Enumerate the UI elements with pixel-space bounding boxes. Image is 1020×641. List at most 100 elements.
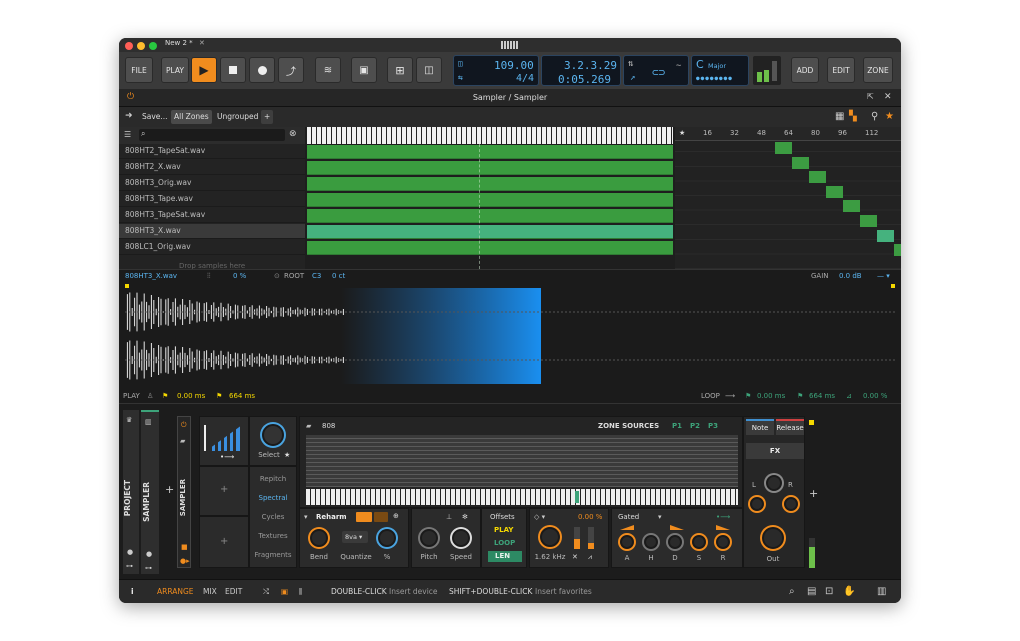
pitch-icon[interactable]: ⫶⫶ bbox=[207, 272, 211, 281]
key-display[interactable]: C Major ●●●●●●●● bbox=[691, 55, 749, 86]
zone-bar[interactable] bbox=[307, 209, 673, 223]
velocity-cell[interactable] bbox=[792, 156, 809, 169]
curve-icon[interactable]: ↗ bbox=[630, 73, 635, 83]
gain-value[interactable]: 0.0 dB bbox=[839, 272, 862, 280]
env-mode[interactable]: Gated bbox=[618, 513, 639, 521]
add-after-icon[interactable]: + bbox=[809, 488, 818, 499]
tuning-fork-icon[interactable]: ⊥ bbox=[446, 513, 452, 521]
note-button[interactable]: Note bbox=[746, 419, 774, 435]
cutoff-knob[interactable] bbox=[540, 527, 560, 547]
device-power-icon[interactable]: ⏻ bbox=[181, 421, 187, 430]
release-button[interactable]: Release bbox=[776, 419, 804, 435]
search-icon-status[interactable]: ⌕ bbox=[789, 580, 795, 603]
env-knob-s[interactable] bbox=[692, 535, 706, 549]
automation-button[interactable]: ⤴ bbox=[278, 57, 304, 83]
add-before-icon[interactable]: + bbox=[165, 484, 174, 495]
link-icon[interactable]: ⊂⊃ bbox=[652, 66, 665, 79]
close-x-icon[interactable]: ✕ bbox=[572, 553, 578, 561]
reharm-label[interactable]: Reharm bbox=[316, 513, 347, 521]
env-knob-d[interactable] bbox=[668, 535, 682, 549]
ungrouped-tab[interactable]: Ungrouped bbox=[214, 110, 261, 124]
save-button[interactable]: Save... bbox=[139, 110, 171, 124]
expand-icon[interactable]: ●▸ bbox=[180, 557, 190, 565]
mode-textures[interactable]: Textures bbox=[250, 532, 296, 540]
select-knob[interactable] bbox=[262, 424, 284, 446]
favorite-icon[interactable]: ★ bbox=[885, 112, 894, 122]
add-button[interactable]: ADD bbox=[791, 57, 819, 83]
loop-arrow-icon[interactable]: ⟶ bbox=[725, 392, 735, 400]
offsets-len-toggle[interactable]: LEN bbox=[488, 551, 522, 562]
hand-icon[interactable]: ✋ bbox=[843, 580, 855, 603]
arrange-tab[interactable]: ARRANGE bbox=[157, 580, 194, 603]
sample-list-item[interactable]: 808HT3_X.wav bbox=[119, 224, 305, 239]
sample-list-item[interactable]: 808HT2_TapeSat.wav bbox=[119, 144, 305, 159]
wave-menu-icon[interactable]: — ▾ bbox=[877, 272, 890, 280]
modulator-icon[interactable]: ■ bbox=[181, 543, 188, 551]
pan-knob[interactable] bbox=[766, 475, 782, 491]
project-track[interactable]: ♛ PROJECT ● ⊶ bbox=[123, 410, 139, 574]
mix-tab[interactable]: MIX bbox=[203, 580, 217, 603]
root-value[interactable]: C3 bbox=[312, 272, 321, 280]
reharm-mode-b[interactable] bbox=[374, 512, 388, 522]
lock-icon[interactable]: ⊡ bbox=[825, 580, 833, 603]
pop-out-icon[interactable]: ⇱ bbox=[867, 93, 874, 101]
grid-button[interactable]: ⊞ bbox=[387, 57, 413, 83]
zone-bar[interactable] bbox=[307, 145, 673, 159]
minimize-window-button[interactable] bbox=[137, 42, 145, 50]
shuffle-icon[interactable]: ⤭ bbox=[263, 580, 269, 603]
mixer-icon[interactable]: ⫼ bbox=[299, 580, 302, 603]
env-knob-h[interactable] bbox=[644, 535, 658, 549]
slot-empty-1[interactable]: + bbox=[199, 466, 249, 516]
zone-bar[interactable] bbox=[307, 241, 673, 255]
tempo-value[interactable]: 109.00 bbox=[494, 59, 534, 72]
mode-fragments[interactable]: Fragments bbox=[250, 551, 296, 559]
reharm-dropdown-icon[interactable]: ▾ bbox=[304, 513, 308, 521]
maximize-window-button[interactable] bbox=[149, 42, 157, 50]
velocity-cell[interactable] bbox=[877, 229, 894, 242]
grid-view-icon[interactable]: ▦ bbox=[835, 112, 844, 122]
info-button[interactable]: i bbox=[131, 580, 134, 603]
clear-search-icon[interactable]: ⊗ bbox=[289, 130, 297, 139]
play-start[interactable]: 0.00 ms bbox=[177, 392, 205, 400]
sample-list-item[interactable]: 808HT3_Tape.wav bbox=[119, 192, 305, 207]
key-track-icon[interactable]: ⩘ bbox=[588, 553, 592, 562]
pitch-knob[interactable] bbox=[420, 529, 438, 547]
velocity-cell[interactable] bbox=[843, 200, 860, 213]
velocity-cell[interactable] bbox=[826, 185, 843, 198]
sample-list-item[interactable]: 808HT3_Orig.wav bbox=[119, 176, 305, 191]
bend-knob[interactable] bbox=[310, 529, 328, 547]
offsets-loop[interactable]: LOOP bbox=[494, 539, 515, 547]
document-icon[interactable]: ▤ bbox=[807, 580, 816, 603]
keyboard-icon[interactable]: ▥ bbox=[877, 580, 886, 603]
sample-select-preview[interactable]: •⟶ bbox=[199, 416, 249, 466]
cents-value[interactable]: 0 ct bbox=[332, 272, 345, 280]
project-tab[interactable]: New 2 * bbox=[165, 39, 193, 47]
edit-tab[interactable]: EDIT bbox=[225, 580, 242, 603]
close-pane-icon[interactable]: ✕ bbox=[884, 93, 892, 102]
sample-list-item[interactable]: 808LC1_Orig.wav bbox=[119, 240, 305, 255]
note-lanes[interactable] bbox=[306, 435, 738, 487]
punch-icon[interactable]: ⇅ bbox=[628, 59, 633, 69]
play-button[interactable]: ▶ bbox=[191, 57, 217, 83]
zone-bar[interactable] bbox=[307, 161, 673, 175]
project-route-icon[interactable]: ⊶ bbox=[126, 562, 133, 570]
loop-end[interactable]: 664 ms bbox=[809, 392, 835, 400]
out-knob[interactable] bbox=[762, 527, 784, 549]
slot-empty-2[interactable]: + bbox=[199, 516, 249, 568]
env-knob-r[interactable] bbox=[716, 535, 730, 549]
speed-knob[interactable] bbox=[452, 529, 470, 547]
list-sort-icon[interactable]: ☰ bbox=[124, 131, 131, 139]
pitch-pct[interactable]: 0 % bbox=[233, 272, 246, 280]
position-value[interactable]: 3.2.3.29 bbox=[564, 59, 617, 72]
sample-list-item[interactable]: 808HT3_TapeSat.wav bbox=[119, 208, 305, 223]
add-group-button[interactable]: + bbox=[261, 110, 274, 124]
device-view-icon[interactable]: ▣ bbox=[281, 580, 288, 603]
quantize-pct-knob[interactable] bbox=[378, 529, 396, 547]
env-route-icon[interactable]: •⟶ bbox=[716, 513, 730, 521]
metronome-button[interactable]: ▣ bbox=[351, 57, 377, 83]
device-folder-icon[interactable]: ▰ bbox=[180, 437, 185, 445]
zone-source-3[interactable]: P3 bbox=[708, 422, 718, 430]
loop-icon[interactable]: ◫ bbox=[458, 59, 463, 68]
loop-start[interactable]: 0.00 ms bbox=[757, 392, 785, 400]
quantize-select[interactable]: 8va ▾ bbox=[342, 531, 368, 543]
